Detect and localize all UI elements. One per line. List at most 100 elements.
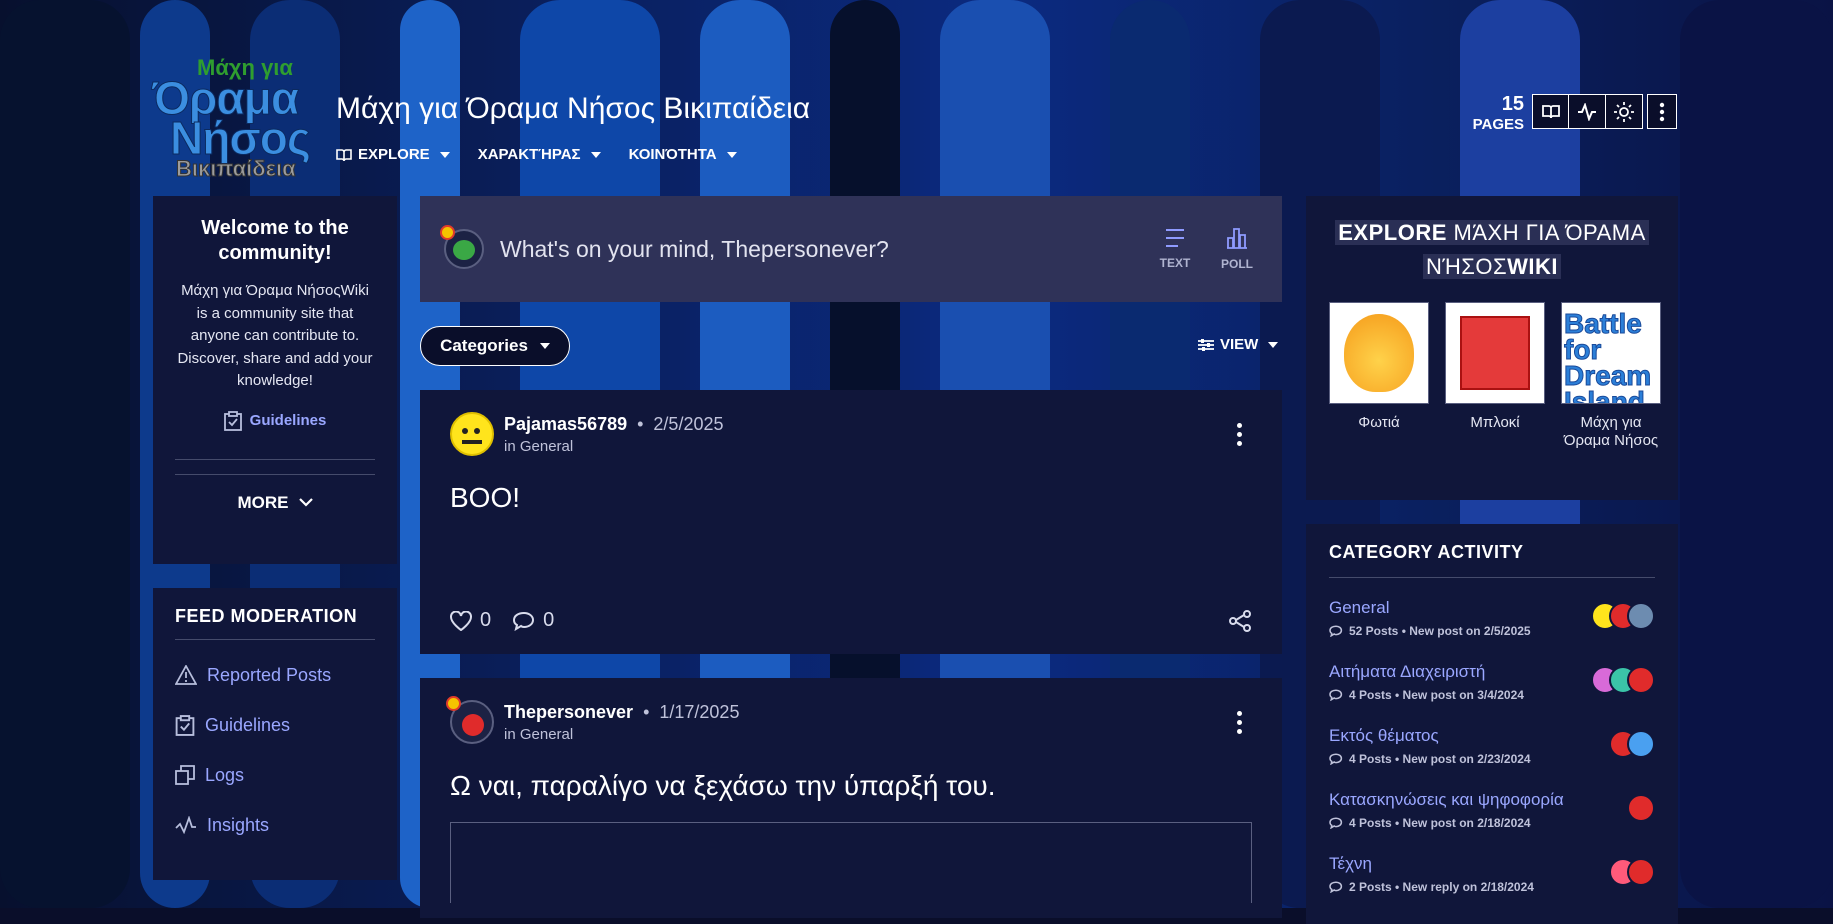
share-icon[interactable] xyxy=(1228,609,1252,632)
category-row[interactable]: Τέχνη 2 Posts • New reply on 2/18/2024 xyxy=(1329,854,1655,918)
post-category[interactable]: in General xyxy=(504,438,724,455)
like-count: 0 xyxy=(480,609,492,631)
nav-characters-label: ΧΑΡΑΚΤΉΡΑΣ xyxy=(477,146,581,163)
logs-link[interactable]: Logs xyxy=(175,750,375,800)
user-avatar xyxy=(440,225,484,269)
comment-button[interactable]: 0 xyxy=(513,609,554,632)
post-date: 2/5/2025 xyxy=(653,413,724,434)
insights-label: Insights xyxy=(207,814,270,835)
comment-icon xyxy=(1329,817,1343,829)
category-name[interactable]: Εκτός θέματος xyxy=(1329,726,1655,746)
site-title[interactable]: Μάχη για Όραμα Νήσος Βικιπαίδεια xyxy=(336,92,810,126)
nav-community[interactable]: ΚΟΙΝΌΤΗΤΑ xyxy=(629,146,737,163)
site-logo[interactable]: Μάχη για Όραμα Νήσος Βικιπαίδεια xyxy=(151,55,314,183)
moderation-guidelines-link[interactable]: Guidelines xyxy=(175,700,375,750)
view-label: VIEW xyxy=(1220,336,1259,353)
caret-down-icon xyxy=(439,151,450,158)
divider xyxy=(175,473,375,475)
explore-tile[interactable]: Μπλοκί xyxy=(1445,302,1545,450)
text-post-label: TEXT xyxy=(1159,256,1191,270)
post-options-button[interactable] xyxy=(1237,710,1242,734)
like-button[interactable]: 0 xyxy=(450,609,491,632)
caret-down-icon xyxy=(590,151,601,158)
category-name[interactable]: Τέχνη xyxy=(1329,854,1655,874)
composer-placeholder[interactable]: What's on your mind, Thepersonever? xyxy=(500,236,1144,263)
explore-tile-label: Μάχη για Όραμα Νήσος xyxy=(1563,414,1659,449)
feed-moderation-card: FEED MODERATION Reported Posts Guideline… xyxy=(153,588,397,880)
post-embed[interactable] xyxy=(450,822,1252,903)
caret-down-icon xyxy=(726,151,737,158)
more-options-button[interactable] xyxy=(1647,94,1677,129)
comment-icon xyxy=(1329,753,1343,765)
recent-posters xyxy=(1609,730,1655,758)
book-icon xyxy=(336,148,352,161)
poll-post-label: POLL xyxy=(1221,257,1253,271)
welcome-card: Welcome to the community! Μάχη για Όραμα… xyxy=(153,196,397,564)
explore-tile-image xyxy=(1445,302,1545,404)
page-count: 15 PAGES xyxy=(1466,93,1524,133)
reported-posts-link[interactable]: Reported Posts xyxy=(175,650,375,700)
chevron-down-icon xyxy=(298,498,313,507)
author-avatar[interactable] xyxy=(450,412,494,456)
post-author[interactable]: Thepersonever xyxy=(504,702,633,722)
more-button[interactable]: MORE xyxy=(175,493,375,513)
text-lines-icon xyxy=(1166,229,1184,247)
category-stats: 4 Posts • New post on 3/4/2024 xyxy=(1349,688,1524,702)
category-row[interactable]: General 52 Posts • New post on 2/5/2025 xyxy=(1329,598,1655,662)
explore-tile-label: Φωτιά xyxy=(1358,414,1400,431)
activity-icon xyxy=(175,816,196,834)
text-post-button[interactable]: TEXT xyxy=(1144,228,1206,270)
category-activity-title: CATEGORY ACTIVITY xyxy=(1329,542,1524,562)
categories-label: Categories xyxy=(440,336,528,355)
main-nav: EXPLORE ΧΑΡΑΚΤΉΡΑΣ ΚΟΙΝΌΤΗΤΑ xyxy=(336,146,737,163)
author-avatar[interactable] xyxy=(446,696,494,744)
categories-dropdown[interactable]: Categories xyxy=(420,326,570,366)
post-category[interactable]: in General xyxy=(504,726,739,743)
post-date: 1/17/2025 xyxy=(659,701,740,722)
feed-post: Pajamas56789 • 2/5/2025 in General BOO! … xyxy=(420,390,1282,654)
explore-tile[interactable]: Battle for Dream Island Μάχη για Όραμα Ν… xyxy=(1561,302,1661,450)
activity-button[interactable] xyxy=(1569,94,1606,129)
recent-posters xyxy=(1609,858,1655,886)
moderation-guidelines-label: Guidelines xyxy=(205,714,291,735)
explore-wiki-card: EXPLORE ΜΆΧΗ ΓΙΑ ΌΡΑΜΑ ΝΉΣΟΣWIKI Φωτιά Μ… xyxy=(1306,196,1678,500)
post-body: Ω ναι, παραλίγο να ξεχάσω την ύπαρξή του… xyxy=(450,770,996,801)
explore-title: EXPLORE ΜΆΧΗ ΓΙΑ ΌΡΑΜΑ ΝΉΣΟΣWIKI xyxy=(1329,216,1655,284)
category-stats: 2 Posts • New reply on 2/18/2024 xyxy=(1349,880,1534,894)
post-options-button[interactable] xyxy=(1237,422,1242,446)
sliders-icon xyxy=(1198,338,1214,351)
explore-tile[interactable]: Φωτιά xyxy=(1329,302,1429,450)
sun-icon xyxy=(1614,101,1634,122)
divider xyxy=(175,458,375,460)
nav-community-label: ΚΟΙΝΌΤΗΤΑ xyxy=(628,146,717,163)
avatar xyxy=(1627,602,1655,630)
category-row[interactable]: Κατασκηνώσεις και ψηφοφορία 4 Posts • Ne… xyxy=(1329,790,1655,854)
nav-explore[interactable]: EXPLORE xyxy=(336,146,450,163)
avatar xyxy=(1627,858,1655,886)
more-button-label: MORE xyxy=(237,492,289,512)
explore-tile-image: Battle for Dream Island xyxy=(1561,302,1661,404)
category-stats: 52 Posts • New post on 2/5/2025 xyxy=(1349,624,1531,638)
post-author[interactable]: Pajamas56789 xyxy=(504,414,627,434)
feed-moderation-title: FEED MODERATION xyxy=(175,606,358,626)
view-dropdown[interactable]: VIEW xyxy=(1198,336,1279,353)
achievement-badge-icon xyxy=(440,225,455,240)
guidelines-link[interactable]: Guidelines xyxy=(175,410,375,431)
discuss-button[interactable] xyxy=(1532,94,1569,129)
page-count-label: PAGES xyxy=(1472,116,1524,133)
welcome-title: Welcome to the community! xyxy=(201,217,349,264)
feed-post: Thepersonever • 1/17/2025 in General Ω ν… xyxy=(420,678,1282,918)
category-name[interactable]: Κατασκηνώσεις και ψηφοφορία xyxy=(1329,790,1655,810)
post-composer[interactable]: What's on your mind, Thepersonever? TEXT… xyxy=(420,196,1282,302)
logs-label: Logs xyxy=(205,764,245,785)
comment-icon xyxy=(1329,881,1343,893)
nav-characters[interactable]: ΧΑΡΑΚΤΉΡΑΣ xyxy=(478,146,601,163)
activity-icon xyxy=(1578,102,1596,121)
comment-icon xyxy=(513,611,535,631)
category-row[interactable]: Εκτός θέματος 4 Posts • New post on 2/23… xyxy=(1329,726,1655,790)
insights-link[interactable]: Insights xyxy=(175,800,375,850)
avatar xyxy=(1627,794,1655,822)
theme-toggle-button[interactable] xyxy=(1606,94,1643,129)
category-row[interactable]: Αιτήματα Διαχειριστή 4 Posts • New post … xyxy=(1329,662,1655,726)
poll-post-button[interactable]: POLL xyxy=(1206,227,1268,271)
